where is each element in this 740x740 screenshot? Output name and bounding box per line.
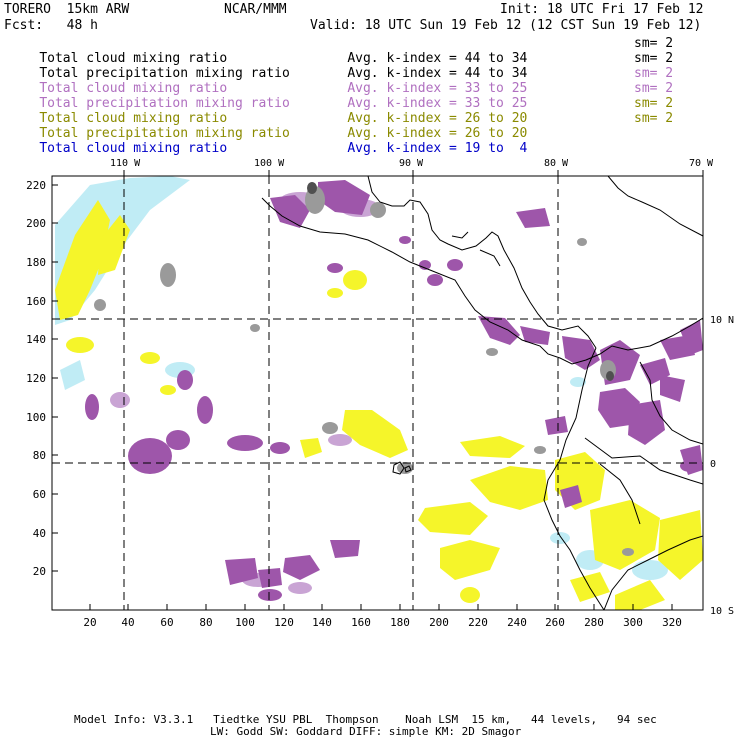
- x-tick-label: 40: [121, 616, 134, 629]
- x-tick-label: 60: [160, 616, 173, 629]
- lon-label: 100 W: [254, 158, 285, 169]
- x-tick-label: 20: [83, 616, 96, 629]
- model-physics: LW: Godd SW: Goddard DIFF: simple KM: 2D…: [210, 725, 522, 738]
- forecast-map: 110 W 100 W 90 W 80 W 70 W 10 N 0 10 S 2…: [26, 158, 734, 629]
- forecast-hour: Fcst: 48 h: [4, 18, 98, 33]
- light-purple-areas: [110, 192, 380, 594]
- x-tick-label: 240: [507, 616, 527, 629]
- model-title: TORERO 15km ARW: [4, 2, 130, 17]
- lon-label: 110 W: [110, 158, 141, 169]
- x-tick-label: 220: [468, 616, 488, 629]
- x-tick-label: 120: [274, 616, 294, 629]
- x-tick-label: 280: [584, 616, 604, 629]
- legend-sm: sm= 2: [634, 81, 674, 96]
- y-tick-label: 60: [33, 488, 46, 501]
- x-tick-label: 300: [623, 616, 643, 629]
- y-tick-label: 80: [33, 449, 46, 462]
- init-time: Init: 18 UTC Fri 17 Feb 12: [500, 2, 704, 17]
- lat-label: 10 S: [710, 606, 734, 617]
- y-tick-label: 140: [26, 333, 46, 346]
- lon-label: 80 W: [544, 158, 569, 169]
- x-tick-label: 200: [429, 616, 449, 629]
- y-tick-label: 100: [26, 411, 46, 424]
- y-tick-label: 180: [26, 256, 46, 269]
- y-axis: 20 40 60 80 100 120 140 160 180 200 220: [26, 179, 46, 578]
- x-tick-label: 260: [545, 616, 565, 629]
- x-tick-label: 180: [390, 616, 410, 629]
- valid-time: Valid: 18 UTC Sun 19 Feb 12 (12 CST Sun …: [310, 18, 702, 33]
- y-tick-label: 160: [26, 295, 46, 308]
- legend-sm: sm= 2: [634, 96, 674, 111]
- x-tick-label: 80: [199, 616, 212, 629]
- lat-label: 10 N: [710, 315, 734, 326]
- y-tick-label: 200: [26, 217, 46, 230]
- x-tick-label: 160: [351, 616, 371, 629]
- x-tick-label: 140: [312, 616, 332, 629]
- legend-sm: sm= 2: [634, 111, 674, 126]
- x-tick-label: 320: [662, 616, 682, 629]
- lat-label: 0: [710, 459, 716, 470]
- legend-sm: sm= 2: [634, 36, 674, 51]
- legend-sm: sm= 2: [634, 51, 674, 66]
- x-axis: 20 40 60 80 100 120 140 160 180 200 220 …: [83, 616, 682, 629]
- x-tick-label: 100: [235, 616, 255, 629]
- center-label: NCAR/MMM: [224, 2, 287, 17]
- cyan-cloud-areas: [55, 176, 668, 580]
- top-ticks: [123, 170, 704, 176]
- y-tick-label: 20: [33, 565, 46, 578]
- y-tick-label: 40: [33, 527, 46, 540]
- legend-sm: sm= 2: [634, 66, 674, 81]
- lon-label: 70 W: [689, 158, 714, 169]
- lon-label: 90 W: [399, 158, 424, 169]
- y-tick-label: 120: [26, 372, 46, 385]
- y-tick-label: 220: [26, 179, 46, 192]
